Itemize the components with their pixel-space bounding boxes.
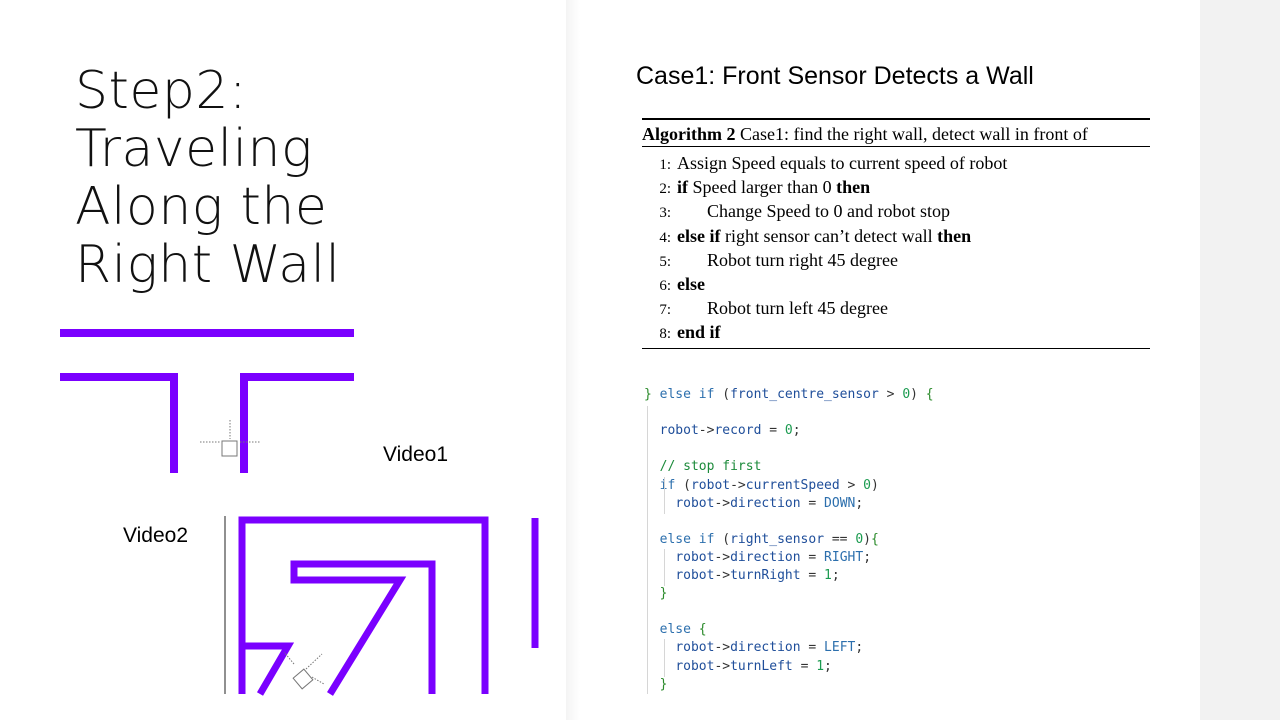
slide-title: Step2: Traveling Along the Right Wall	[75, 62, 455, 294]
code-line: robot->turnLeft = 1;	[675, 658, 832, 674]
video2-maze-image[interactable]	[224, 514, 544, 696]
code-line: } else if (front_centre_sensor > 0) {	[644, 387, 934, 402]
algorithm-keyword: else	[677, 273, 705, 294]
indent-guide	[664, 639, 665, 677]
case-heading: Case1: Front Sensor Detects a Wall	[636, 62, 1034, 90]
robot-icon	[200, 420, 260, 457]
algorithm-box: Algorithm 2 Case1: find the right wall, …	[642, 118, 1150, 349]
maze-wall	[240, 373, 354, 473]
algorithm-caption: Algorithm 2 Case1: find the right wall, …	[642, 120, 1150, 146]
indent-guide	[647, 406, 648, 694]
title-line: Right Wall	[75, 235, 341, 295]
algorithm-line-number: 1:	[659, 157, 671, 173]
algorithm-bottom-rule	[642, 347, 1150, 349]
algorithm-line-text: Speed larger than 0	[688, 177, 837, 198]
algorithm-line-number: 4:	[659, 229, 671, 246]
algorithm-line-number: 6:	[659, 277, 671, 294]
video1-label: Video1	[383, 443, 449, 466]
algorithm-keyword: then	[937, 225, 972, 246]
maze-walls	[60, 329, 354, 473]
algorithm-line-text: right sensor can’t detect wall	[720, 225, 938, 246]
maze-wall	[290, 560, 436, 696]
title-line: Traveling	[75, 119, 313, 179]
algorithm-line-text: Assign Speed equals to current speed of …	[677, 153, 1008, 173]
algorithm-line: 4: else if right sensor can’t detect wall…	[642, 224, 1150, 248]
algorithm-keyword: then	[836, 177, 871, 198]
code-line: robot->direction = RIGHT;	[675, 549, 872, 565]
code-line: robot->turnRight = 1;	[675, 568, 840, 583]
maze-walls	[238, 516, 539, 696]
title-line: Along the	[75, 177, 328, 237]
algorithm-line-number: 7:	[659, 302, 671, 319]
robot-icon	[283, 651, 325, 690]
algorithm-lines: 1: Assign Speed equals to current speed o…	[642, 147, 1150, 348]
slide: Step2: Traveling Along the Right Wall Vi…	[0, 0, 1280, 720]
code-line: robot->record = 0;	[659, 423, 801, 439]
code-line: if (robot->currentSpeed > 0)	[659, 477, 879, 493]
code-line: else if (right_sensor == 0){	[659, 531, 879, 547]
algorithm-line-number: 3:	[659, 205, 671, 222]
indent-guide	[664, 476, 665, 514]
algorithm-line: 7: Robot turn left 45 degree	[642, 296, 1150, 320]
algorithm-caption-label: Algorithm 2	[642, 124, 736, 144]
algorithm-line-text: Change Speed to 0 and robot stop	[707, 201, 950, 222]
algorithm-line-number: 8:	[659, 326, 671, 343]
side-strip	[1200, 0, 1280, 720]
algorithm-line-number: 2:	[659, 181, 671, 198]
algorithm-keyword: end if	[677, 322, 721, 343]
algorithm-line: 2: if Speed larger than 0 then	[642, 175, 1150, 199]
algorithm-line: 3: Change Speed to 0 and robot stop	[642, 199, 1150, 223]
divider-shadow	[566, 0, 580, 720]
algorithm-line-number: 5:	[659, 253, 671, 270]
code-line: robot->direction = DOWN;	[675, 495, 864, 511]
algorithm-line: 8: end if	[642, 320, 1150, 344]
maze-wall	[60, 373, 178, 473]
code-line: // stop first	[644, 459, 762, 475]
algorithm-line: 6: else	[642, 272, 1150, 296]
algorithm-line-text: Robot turn right 45 degree	[707, 249, 898, 270]
algorithm-line-text: Robot turn left 45 degree	[707, 298, 888, 319]
title-line: Step2:	[75, 61, 247, 121]
code-line: robot->direction = LEFT;	[675, 640, 864, 656]
algorithm-line: 5: Robot turn right 45 degree	[642, 248, 1150, 272]
video1-maze-image[interactable]	[60, 325, 360, 475]
algorithm-caption-text: Case1: find the right wall, detect wall …	[735, 124, 1088, 144]
algorithm-line: 1: Assign Speed equals to current speed o…	[642, 151, 1150, 175]
algorithm-keyword: if	[677, 177, 688, 198]
video2-label: Video2	[123, 524, 189, 547]
indent-guide	[664, 548, 665, 587]
algorithm-keyword: else if	[677, 225, 721, 246]
code-line: else {	[659, 622, 707, 638]
maze-wall	[242, 642, 295, 696]
code-snippet: } else if (front_centre_sensor > 0) { ro…	[644, 384, 1164, 694]
